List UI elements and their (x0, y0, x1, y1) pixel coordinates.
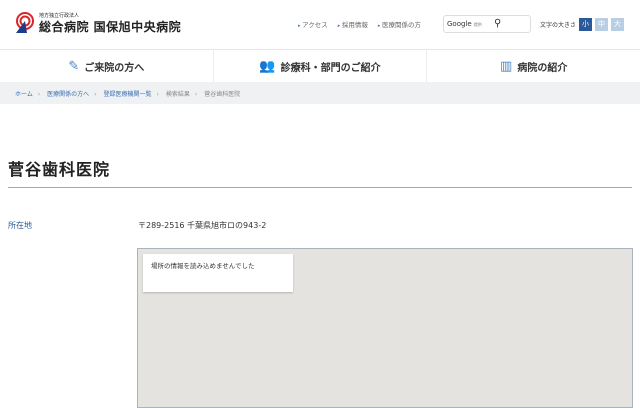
location-label: 所在地 (8, 221, 32, 230)
clipboard-icon: ✎ (68, 58, 80, 74)
link-access[interactable]: アクセス (298, 19, 328, 29)
search-icon[interactable]: ⚲ (494, 18, 501, 29)
site-logo[interactable]: 地方独立行政法人 総合病院 国保旭中央病院 (15, 12, 181, 34)
nav-label: ご来院の方へ (84, 62, 145, 74)
main-nav: ✎ ご来院の方へ 👥 診療科・部門のご紹介 ▥ 病院の紹介 (0, 50, 640, 82)
map-embed[interactable]: 場所の情報を読み込めませんでした (137, 248, 633, 408)
page-title: 菅谷歯科医院 (8, 160, 111, 179)
font-size-label: 文字の大きさ (540, 22, 577, 29)
nav-label: 病院の紹介 (517, 62, 568, 74)
nav-about[interactable]: ▥ 病院の紹介 (427, 50, 640, 82)
org-name: 総合病院 国保旭中央病院 (39, 19, 182, 34)
search-provider-label: 提供 (473, 22, 482, 27)
font-size-control: 文字の大きさ 小 中 大 (540, 18, 625, 31)
address: 〒289-2516 千葉県旭市ロの943-2 (138, 221, 267, 230)
nav-departments[interactable]: 👥 診療科・部門のご紹介 (214, 50, 428, 82)
font-size-medium-button[interactable]: 中 (595, 18, 609, 31)
title-divider (8, 187, 632, 188)
map-error-message: 場所の情報を読み込めませんでした (143, 254, 293, 292)
breadcrumb-results: 検索結果 (165, 91, 190, 98)
nav-visitors[interactable]: ✎ ご来院の方へ (0, 50, 214, 82)
font-size-large-button[interactable]: 大 (611, 18, 625, 31)
people-icon: 👥 (259, 58, 276, 74)
link-recruit[interactable]: 採用情報 (338, 19, 368, 29)
breadcrumb-current: 菅谷歯科医院 (204, 91, 241, 98)
nav-label: 診療科・部門のご紹介 (280, 62, 381, 74)
breadcrumb: ホーム › 医療関係の方へ › 登録医療機関一覧 › 検索結果 › 菅谷歯科医院 (0, 82, 640, 104)
hospital-logo-icon (16, 12, 34, 33)
org-subtitle: 地方独立行政法人 (39, 12, 80, 19)
building-icon: ▥ (500, 58, 513, 74)
link-medical-professionals[interactable]: 医療関係の方 (378, 19, 421, 29)
breadcrumb-medical[interactable]: 医療関係の方へ (47, 91, 89, 98)
breadcrumb-home[interactable]: ホーム (15, 91, 33, 98)
breadcrumb-registered-list[interactable]: 登録医療機関一覧 (104, 91, 152, 98)
search-brand: Google (447, 20, 472, 28)
search-input[interactable]: Google 提供 ⚲ (443, 15, 531, 33)
site-header: 地方独立行政法人 総合病院 国保旭中央病院 アクセス 採用情報 医療関係の方 G… (0, 0, 640, 50)
font-size-small-button[interactable]: 小 (579, 18, 593, 31)
